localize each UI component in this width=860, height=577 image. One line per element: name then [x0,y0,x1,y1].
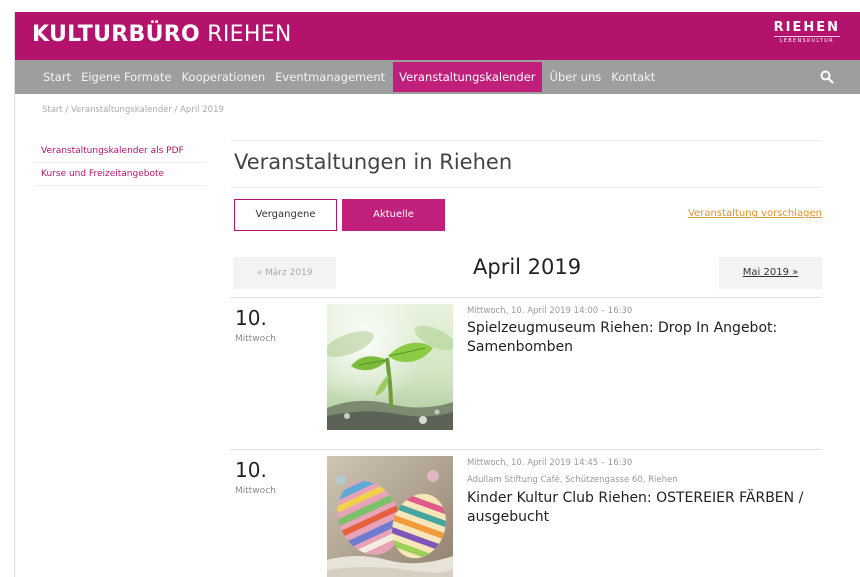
nav-item-ueber-uns[interactable]: Über uns [545,60,607,94]
search-icon[interactable] [820,70,834,84]
nav-item-veranstaltungskalender[interactable]: Veranstaltungskalender [393,62,542,92]
event-weekday: Mittwoch [235,334,276,344]
filter-row: Vergangene Aktuelle Veranstaltung vorsch… [230,199,822,237]
event-title[interactable]: Spielzeugmuseum Riehen: Drop In Angebot:… [467,319,827,357]
seedling-illustration [327,304,453,430]
easter-eggs-illustration [327,456,453,577]
brand-divider [773,36,840,37]
event-item[interactable]: 10. Mittwoch Mittwoch, 10. April 2019 14… [230,297,822,449]
nav-item-kontakt[interactable]: Kontakt [606,60,660,94]
past-events-button[interactable]: Vergangene [234,199,337,231]
page: KULTURBÜRO RIEHEN RIEHEN LEBENSKULTUR St… [14,12,860,577]
event-day: 10. [235,458,267,482]
next-month-button[interactable]: Mai 2019 » [719,257,822,289]
event-weekday: Mittwoch [235,486,276,496]
month-navigation: « März 2019 April 2019 Mai 2019 » [230,251,822,297]
main-content: Veranstaltungen in Riehen Vergangene Akt… [230,140,822,577]
breadcrumb[interactable]: Start / Veranstaltungskalender / April 2… [42,105,224,115]
current-events-button[interactable]: Aktuelle [342,199,445,231]
riehen-brand-logo[interactable]: RIEHEN LEBENSKULTUR [773,20,840,44]
nav-item-start[interactable]: Start [38,60,76,94]
nav-item-eigene-formate[interactable]: Eigene Formate [76,60,176,94]
nav-item-eventmanagement[interactable]: Eventmanagement [270,60,390,94]
logo-text-bold: KULTURBÜRO [32,22,200,47]
current-month-title: April 2019 [473,255,582,279]
event-datetime: Mittwoch, 10. April 2019 14:45 – 16:30 [467,458,633,468]
event-location: Adullam Stiftung Café, Schützengasse 60,… [467,475,678,485]
logo-text-light: RIEHEN [207,22,292,47]
sidebar: Veranstaltungskalender als PDF Kurse und… [35,140,207,186]
site-logo[interactable]: KULTURBÜRO RIEHEN [32,22,292,47]
brand-sub-text: LEBENSKULTUR [779,38,834,44]
event-title[interactable]: Kinder Kultur Club Riehen: OSTEREIER FÄR… [467,489,827,527]
page-title: Veranstaltungen in Riehen [234,150,513,174]
event-image-seedling[interactable] [327,304,453,430]
sidebar-item-kurse[interactable]: Kurse und Freizeitangebote [35,163,207,186]
brand-main-text: RIEHEN [773,20,840,35]
main-navigation: Start Eigene Formate Kooperationen Event… [15,60,860,94]
site-header: KULTURBÜRO RIEHEN RIEHEN LEBENSKULTUR [15,12,860,60]
event-image-easter-eggs[interactable] [327,456,453,577]
event-datetime: Mittwoch, 10. April 2019 14:00 – 16:30 [467,306,633,316]
previous-month-button[interactable]: « März 2019 [233,257,336,289]
suggest-event-link[interactable]: Veranstaltung vorschlagen [688,208,822,219]
title-row: Veranstaltungen in Riehen [230,140,822,188]
nav-item-kooperationen[interactable]: Kooperationen [177,60,271,94]
event-item[interactable]: 10. Mittwoch Mittwoch, 10. April 2019 14… [230,449,822,577]
event-day: 10. [235,306,267,330]
sidebar-item-pdf[interactable]: Veranstaltungskalender als PDF [35,140,207,163]
